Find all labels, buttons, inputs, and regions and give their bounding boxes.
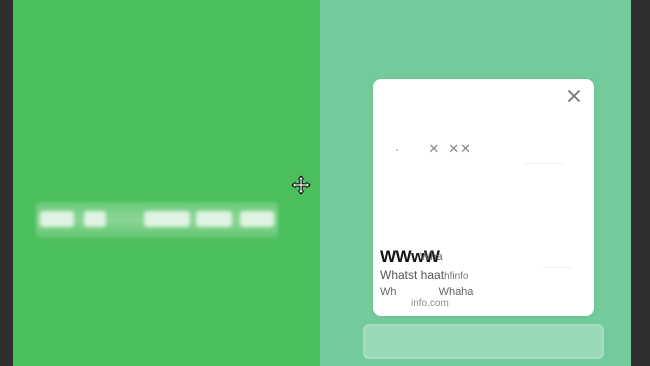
modal-card: · ✕ ✕✕ WWwW Wha Whatst haathfinfo Wh Wha… <box>373 79 594 316</box>
glyph: · <box>395 141 401 157</box>
card-line3-a: Wh <box>380 286 397 298</box>
bottom-action-button[interactable] <box>363 324 604 359</box>
blur-blob <box>196 211 232 227</box>
card-subline: Whatst haathfinfo <box>380 268 469 282</box>
blur-blob <box>144 211 190 227</box>
blur-blob <box>240 211 274 227</box>
divider <box>543 267 573 268</box>
left-green-panel <box>13 0 320 366</box>
card-subline-text: Whatst haat <box>380 268 445 282</box>
window-frame-right <box>631 0 650 366</box>
card-subline-2: Wh Whaha <box>380 286 473 298</box>
divider <box>523 163 563 164</box>
move-cursor-icon <box>291 175 311 195</box>
card-line3-b: Whaha <box>438 286 474 298</box>
card-title-overlay: Wha <box>420 251 443 263</box>
blur-blob <box>40 211 74 227</box>
blurred-text-placeholder <box>36 202 278 238</box>
window-frame-left <box>0 0 13 366</box>
card-subline-tail: hfinfo <box>444 271 469 282</box>
glyph-row: · ✕ ✕✕ <box>395 141 480 157</box>
blur-blob <box>84 211 106 227</box>
card-url: info.com <box>411 298 449 309</box>
glyph: ✕ <box>428 141 441 156</box>
close-icon[interactable] <box>566 88 582 104</box>
glyph: ✕✕ <box>448 141 473 156</box>
